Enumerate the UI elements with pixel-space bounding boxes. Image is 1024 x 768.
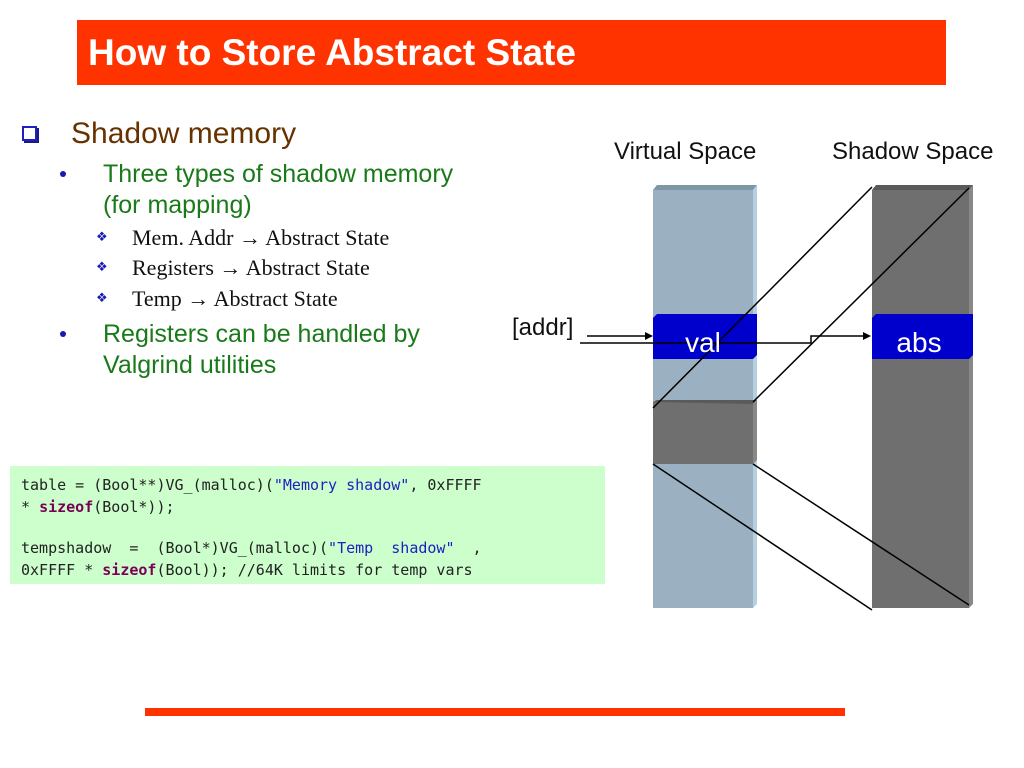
footer-divider: [145, 708, 845, 716]
shadow-space-column: [872, 185, 973, 608]
arrowhead-icon: [863, 332, 871, 340]
val-label: val: [685, 327, 721, 358]
addr-label: [addr]: [512, 314, 574, 341]
abs-label: abs: [896, 327, 941, 358]
shadow-region-block: [653, 400, 757, 464]
virtual-space-column: [653, 185, 757, 608]
arrowhead-icon: [645, 332, 653, 340]
memory-diagram: val abs: [580, 185, 973, 611]
